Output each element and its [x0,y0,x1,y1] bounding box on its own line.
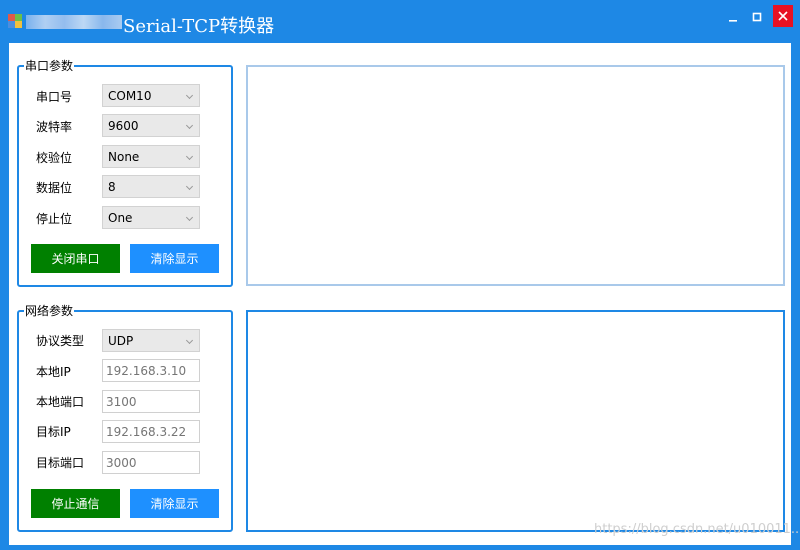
close-button[interactable] [773,5,793,27]
protocol-value: UDP [108,334,134,348]
parity-label: 校验位 [36,151,73,165]
parity-value: None [108,150,140,164]
minimize-icon [729,20,737,22]
chevron-down-icon [185,336,194,345]
databits-label: 数据位 [36,181,73,195]
databits-select[interactable]: 8 [102,175,200,198]
local-port-label: 本地端口 [36,395,85,409]
window-title: Serial-TCP转换器 [123,16,275,37]
watermark-text: https://blog.csdn.net/u010011... [594,522,800,537]
chevron-down-icon [185,121,194,130]
local-ip-field[interactable] [102,359,200,382]
stop-communication-button[interactable]: 停止通信 [31,489,120,518]
stopbits-value: One [108,211,133,225]
stopbits-select[interactable]: One [102,206,200,229]
target-ip-input[interactable] [103,421,199,442]
local-port-input[interactable] [103,391,199,412]
clear-network-display-button[interactable]: 清除显示 [130,489,219,518]
databits-value: 8 [108,180,116,194]
local-ip-input[interactable] [103,360,199,381]
title-bar[interactable]: Serial-TCP转换器 [0,0,800,43]
target-port-input[interactable] [103,452,199,473]
close-port-button[interactable]: 关闭串口 [31,244,120,273]
baud-label: 波特率 [36,120,73,134]
baud-select[interactable]: 9600 [102,114,200,137]
port-select[interactable]: COM10 [102,84,200,107]
parity-select[interactable]: None [102,145,200,168]
serial-display-panel[interactable] [246,65,785,286]
port-value: COM10 [108,89,152,103]
chevron-down-icon [185,152,194,161]
chevron-down-icon [185,91,194,100]
maximize-button[interactable] [746,7,768,27]
target-port-label: 目标端口 [36,456,85,470]
app-window: Serial-TCP转换器 串口参数 串口号 COM10 波特率 9600 校验… [0,0,800,550]
close-icon [778,11,788,21]
local-ip-label: 本地IP [36,365,71,379]
protocol-label: 协议类型 [36,334,85,348]
chevron-down-icon [185,182,194,191]
protocol-select[interactable]: UDP [102,329,200,352]
local-port-field[interactable] [102,390,200,413]
port-label: 串口号 [36,90,73,104]
chevron-down-icon [185,213,194,222]
network-display-panel[interactable] [246,310,785,532]
baud-value: 9600 [108,119,139,133]
target-port-field[interactable] [102,451,200,474]
network-params-title: 网络参数 [24,303,75,319]
client-area: 串口参数 串口号 COM10 波特率 9600 校验位 None 数据位 8 停… [9,43,800,545]
minimize-button[interactable] [722,7,744,27]
target-ip-field[interactable] [102,420,200,443]
maximize-icon [752,12,762,22]
stopbits-label: 停止位 [36,212,73,226]
serial-params-title: 串口参数 [24,58,75,74]
target-ip-label: 目标IP [36,425,71,439]
blurred-title-prefix [26,15,122,29]
clear-serial-display-button[interactable]: 清除显示 [130,244,219,273]
app-icon [8,14,22,28]
